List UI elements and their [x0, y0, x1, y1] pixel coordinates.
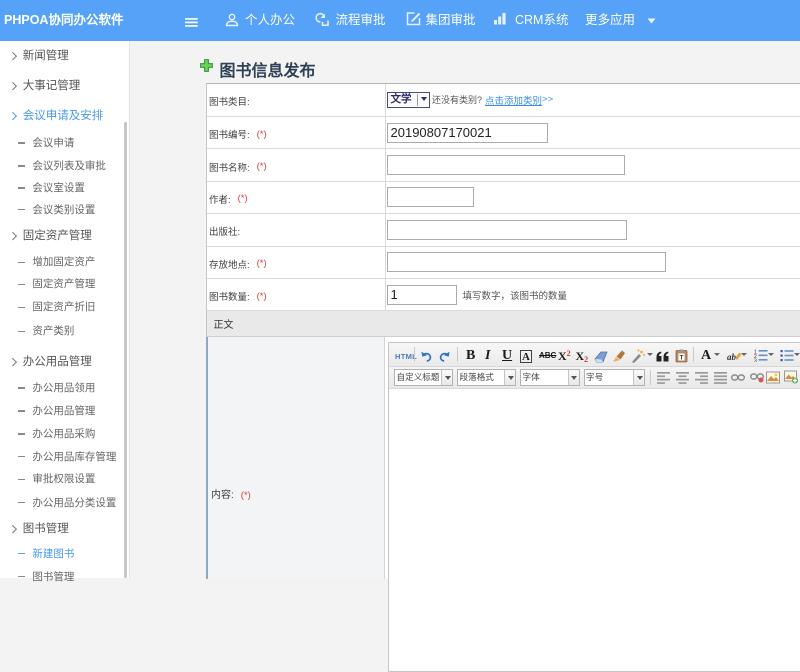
- svg-text:ab: ab: [727, 352, 737, 362]
- svg-text:T: T: [679, 354, 683, 361]
- svg-text:3: 3: [754, 359, 757, 363]
